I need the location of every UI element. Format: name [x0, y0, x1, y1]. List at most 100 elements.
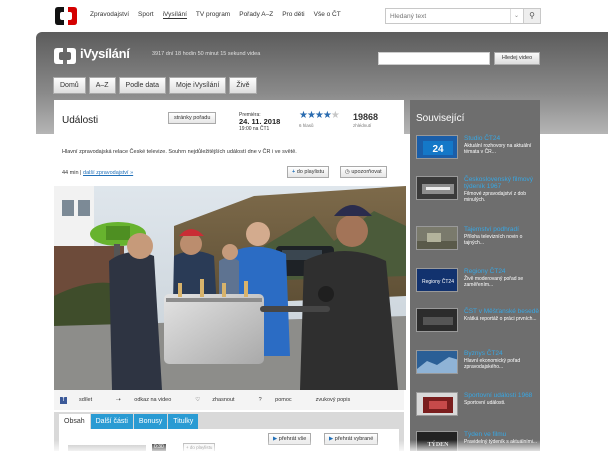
global-search: ⌄ ⚲	[385, 8, 541, 24]
video-search-field[interactable]	[378, 52, 490, 65]
related-thumbnail[interactable]: Regiony ČT24	[416, 268, 458, 292]
notify-button[interactable]: ◷ upozorňovat	[340, 166, 387, 178]
related-item-title[interactable]: Regiony ČT24 Živě moderovaný pořad se zam…	[464, 268, 540, 288]
related-thumbnail[interactable]: 24	[416, 135, 458, 159]
rating-votes: 6 hlasů	[299, 123, 314, 128]
related-item[interactable]: Regiony ČT24 Regiony ČT24 Živě moderovaný…	[416, 268, 540, 308]
ivysilani-title[interactable]: iVysílání	[80, 46, 130, 61]
related-item-title[interactable]: Československý filmový týdeník 1967 Filmo…	[464, 176, 540, 203]
duration: 44 min	[62, 170, 79, 176]
related-item-title[interactable]: ČST v Měšťanské besedě Krátká reportáž o …	[464, 308, 540, 322]
play-selected-button[interactable]: ▶ přehrát vybrané	[324, 433, 379, 445]
premiere-info: Premiéra: 24. 11. 2018 19:00 na ČT1	[239, 112, 280, 132]
chapter-add-button[interactable]: + do playlistu	[183, 443, 216, 451]
page-title: Události	[62, 115, 99, 126]
related-item[interactable]: Sportovní události 1968 Sportovní událost…	[416, 392, 540, 432]
duration-line: 44 min | další zpravodajství »	[62, 170, 134, 176]
tabs-section: Obsah Další části Bonusy Titulky 0:30 + …	[54, 412, 404, 451]
tab-content-panel: 0:30 + do playlistu ▶ přehrát vše ▶ přeh…	[59, 429, 399, 451]
video-player[interactable]	[54, 186, 406, 390]
topnav-pro-deti[interactable]: Pro děti	[282, 11, 304, 19]
topnav-porady-a-z[interactable]: Pořady A–Z	[239, 11, 273, 19]
related-item-desc: Příloha televizních novin o tajných...	[464, 234, 523, 246]
star-empty-icon: ★	[330, 110, 340, 121]
nav-home[interactable]: Domů	[53, 77, 86, 94]
play-icon: ▶	[329, 436, 334, 442]
audio-description-button[interactable]: zvukový popis	[316, 397, 351, 403]
tab-content[interactable]: Obsah	[59, 414, 90, 429]
view-count: 19868	[353, 112, 379, 122]
lights-off-button[interactable]: ♡ zhasnout	[195, 397, 246, 403]
tab-other-parts[interactable]: Další části	[90, 414, 133, 429]
nav-a-z[interactable]: A–Z	[88, 77, 116, 94]
related-thumbnail[interactable]	[416, 176, 458, 200]
add-to-playlist-button[interactable]: + do playlistu	[287, 166, 330, 178]
video-counter: 3917 dní 18 hodin 50 minut 15 sekund vid…	[152, 51, 261, 57]
related-item[interactable]: ČST v Měšťanské besedě Krátká reportáž o …	[416, 308, 540, 348]
related-item-desc: Aktuální rozhovory na aktuální témata v …	[464, 143, 532, 155]
play-all-button[interactable]: ▶ přehrát vše	[268, 433, 312, 445]
related-item-desc: Pravidelný týdeník s aktuálními...	[464, 439, 538, 445]
help-button[interactable]: ? pomoc	[259, 397, 304, 403]
related-item[interactable]: 24 Studio ČT24 Aktuální rozhovory na aktu…	[416, 135, 540, 175]
share-button[interactable]: f sdílet	[60, 396, 104, 404]
more-news-link[interactable]: další zpravodajství »	[83, 170, 133, 176]
program-detail: Události stránky pořadu Premiéra: 24. 11…	[54, 100, 406, 451]
video-search-input[interactable]	[379, 53, 489, 64]
chevron-down-icon[interactable]: ⌄	[510, 9, 522, 23]
related-thumbnail[interactable]	[416, 350, 458, 374]
chapter-thumbnail[interactable]	[68, 445, 146, 451]
link-button[interactable]: ⇢ odkaz na video	[116, 397, 183, 403]
related-thumbnail[interactable]	[416, 226, 458, 250]
related-thumbnail[interactable]	[416, 308, 458, 332]
related-item[interactable]: TÝDEN Týden ve filmu Pravidelný týdeník s…	[416, 431, 540, 451]
related-item-desc: Sportovní události.	[464, 400, 506, 406]
help-icon: ?	[258, 397, 262, 403]
related-thumbnail[interactable]	[416, 392, 458, 416]
ct-logo-icon[interactable]	[54, 6, 78, 26]
premiere-date: 24. 11. 2018	[239, 117, 281, 126]
related-item-title[interactable]: Sportovní události 1968 Sportovní událost…	[464, 392, 540, 406]
topnav-sport[interactable]: Sport	[138, 11, 154, 19]
related-sidebar: Související 24 Studio ČT24 Aktuální rozho…	[410, 100, 540, 451]
topnav-tv-program[interactable]: TV program	[196, 11, 230, 19]
main-navigation: Domů A–Z Podle data Moje iVysílání Živě	[53, 77, 260, 94]
nav-live[interactable]: Živě	[229, 77, 257, 94]
related-item-title[interactable]: Byznys ČT24 Hlavní ekonomický pořad zprav…	[464, 350, 540, 370]
related-item-title[interactable]: Týden ve filmu Pravidelný týdeník s aktuá…	[464, 431, 540, 445]
related-item[interactable]: Československý filmový týdeník 1967 Filmo…	[416, 176, 540, 216]
related-thumbnail[interactable]: TÝDEN	[416, 431, 458, 451]
bulb-icon: ♡	[195, 397, 201, 403]
star-icon: ★★★★	[299, 110, 332, 121]
video-toolbar: f sdílet ⇢ odkaz na video ♡ zhasnout ? pom…	[54, 390, 404, 410]
ivysilani-logo-icon[interactable]	[53, 47, 77, 65]
related-item[interactable]: Tajemství podhradí Příloha televizních no…	[416, 226, 540, 266]
related-item-desc: Hlavní ekonomický pořad zpravodajského..…	[464, 358, 521, 370]
related-item[interactable]: Byznys ČT24 Hlavní ekonomický pořad zprav…	[416, 350, 540, 390]
related-item-title[interactable]: Studio ČT24 Aktuální rozhovory na aktuáln…	[464, 135, 540, 155]
search-icon[interactable]: ⚲	[523, 9, 540, 23]
tab-subtitles[interactable]: Titulky	[168, 414, 199, 429]
svg-text:24: 24	[432, 144, 444, 155]
program-pages-button[interactable]: stránky pořadu	[168, 112, 217, 124]
clock-icon: ◷	[345, 169, 350, 175]
related-item-title[interactable]: Tajemství podhradí Příloha televizních no…	[464, 226, 540, 246]
play-icon: ▶	[273, 436, 278, 442]
topnav-zpravodajstvi[interactable]: Zpravodajství	[90, 11, 129, 19]
svg-text:TÝDEN: TÝDEN	[427, 440, 449, 448]
link-icon: ⇢	[116, 397, 121, 403]
tab-bonuses[interactable]: Bonusy	[133, 414, 168, 429]
related-item-desc: Živě moderovaný pořad se zaměřením...	[464, 276, 524, 288]
plus-icon: +	[292, 169, 296, 175]
rating-stars[interactable]: ★★★★★	[299, 110, 340, 121]
topnav-vse-o-ct[interactable]: Vše o ČT	[314, 11, 341, 19]
topnav-ivysilani[interactable]: iVysílání	[162, 11, 187, 19]
nav-my-ivysilani[interactable]: Moje iVysílání	[169, 77, 227, 94]
related-item-desc: Filmové zpravodajství z dob minulých.	[464, 191, 526, 203]
nav-by-date[interactable]: Podle data	[118, 77, 167, 94]
video-search-button[interactable]: Hledej video	[494, 52, 540, 65]
global-search-input[interactable]	[386, 9, 506, 23]
top-bar: Zpravodajství Sport iVysílání TV program…	[0, 0, 608, 32]
top-navigation: Zpravodajství Sport iVysílání TV program…	[90, 11, 350, 19]
chapter-time: 0:30	[152, 444, 166, 451]
